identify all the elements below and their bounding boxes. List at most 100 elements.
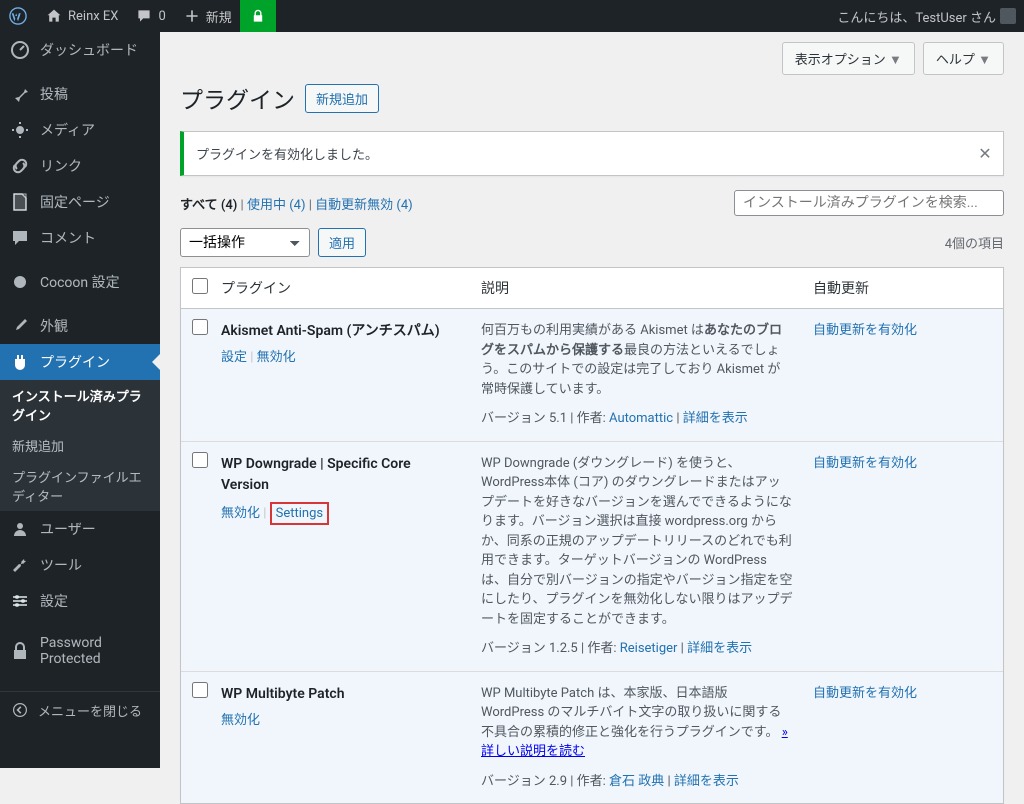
row-actions: 無効化 | Settings <box>221 502 461 526</box>
search-input[interactable] <box>734 190 1004 216</box>
new-content[interactable]: 新規 <box>174 0 240 32</box>
deactivate-link[interactable]: 無効化 <box>221 713 260 728</box>
sidebar-label: ツール <box>40 555 82 575</box>
table-row: WP Multibyte Patch 無効化 WP Multibyte Patc… <box>181 672 1003 804</box>
filter-links: すべて (4) | 使用中 (4) | 自動更新無効 (4) <box>180 194 413 213</box>
author-link[interactable]: Automattic <box>609 411 673 426</box>
sidebar-item-users[interactable]: ユーザー <box>0 511 160 547</box>
my-account[interactable]: こんにちは、TestUser さん <box>829 0 1024 32</box>
cocoon-icon <box>10 272 30 292</box>
sidebar-label: プラグイン <box>40 352 110 372</box>
help-button[interactable]: ヘルプ ▼ <box>923 42 1004 75</box>
site-name[interactable]: Reinx EX <box>36 0 126 32</box>
comments-link[interactable]: 0 <box>126 0 173 32</box>
home-icon <box>44 6 64 26</box>
sidebar-label: リンク <box>40 156 82 176</box>
sidebar-item-pages[interactable]: 固定ページ <box>0 184 160 220</box>
page-title: プラグイン <box>180 81 295 115</box>
wp-logo[interactable] <box>0 0 36 32</box>
success-notice: プラグインを有効化しました。 ✕ <box>180 131 1004 176</box>
filter-all[interactable]: すべて (4) <box>180 198 237 213</box>
admin-top-bar: Reinx EX 0 新規 こんにちは、TestUser さん <box>0 0 1024 32</box>
lock-icon <box>10 641 30 661</box>
apply-button[interactable]: 適用 <box>318 228 366 257</box>
collapse-icon <box>10 700 30 720</box>
column-plugin: プラグイン <box>211 268 471 309</box>
greeting-text: こんにちは、TestUser さん <box>837 7 996 26</box>
row-checkbox[interactable] <box>192 682 208 698</box>
sidebar-item-cocoon[interactable]: Cocoon 設定 <box>0 264 160 300</box>
sidebar-item-links[interactable]: リンク <box>0 148 160 184</box>
row-actions: 設定 | 無効化 <box>221 348 461 368</box>
sidebar-item-plugins[interactable]: プラグイン <box>0 344 160 380</box>
media-icon <box>10 120 30 140</box>
collapse-menu[interactable]: メニューを閉じる <box>0 691 160 728</box>
select-all-checkbox[interactable] <box>192 278 208 294</box>
sidebar-item-appearance[interactable]: 外観 <box>0 308 160 344</box>
security-indicator[interactable] <box>240 0 276 32</box>
enable-autoupdate-link[interactable]: 自動更新を有効化 <box>813 686 917 701</box>
sidebar-item-posts[interactable]: 投稿 <box>0 76 160 112</box>
sidebar-label: メディア <box>40 120 95 140</box>
chevron-down-icon: ▼ <box>978 53 991 68</box>
comment-icon <box>10 228 30 248</box>
table-row: WP Downgrade | Specific Core Version 無効化… <box>181 442 1003 672</box>
sidebar-item-media[interactable]: メディア <box>0 112 160 148</box>
row-actions: 無効化 <box>221 711 461 731</box>
settings-link[interactable]: 設定 <box>221 350 247 365</box>
plugins-table: プラグイン 説明 自動更新 Akismet Anti-Spam (アンチスパム)… <box>180 267 1004 804</box>
submenu-plugin-editor[interactable]: プラグインファイルエディター <box>0 461 160 511</box>
tools-icon <box>10 555 30 575</box>
sidebar-label: 固定ページ <box>40 192 110 212</box>
submenu-add-new[interactable]: 新規追加 <box>0 430 160 461</box>
row-checkbox[interactable] <box>192 452 208 468</box>
add-new-button[interactable]: 新規追加 <box>305 84 379 113</box>
settings-link[interactable]: Settings <box>276 506 323 521</box>
dashboard-icon <box>10 40 30 60</box>
row-checkbox[interactable] <box>192 319 208 335</box>
lock-icon <box>248 6 268 26</box>
collapse-label: メニューを閉じる <box>38 701 142 720</box>
sidebar-item-comments[interactable]: コメント <box>0 220 160 256</box>
sidebar-item-password-protected[interactable]: Password Protected <box>0 627 160 675</box>
pin-icon <box>10 84 30 104</box>
sidebar-item-dashboard[interactable]: ダッシュボード <box>0 32 160 68</box>
comment-icon <box>134 6 154 26</box>
sidebar-label: Password Protected <box>40 635 152 667</box>
plugin-description: WP Downgrade (ダウングレード) を使うと、WordPress本体 … <box>481 454 793 630</box>
brush-icon <box>10 316 30 336</box>
plugin-icon <box>10 352 30 372</box>
settings-icon <box>10 591 30 611</box>
details-link[interactable]: 詳細を表示 <box>683 411 748 426</box>
sidebar-label: コメント <box>40 228 96 248</box>
wordpress-icon <box>8 6 28 26</box>
enable-autoupdate-link[interactable]: 自動更新を有効化 <box>813 323 917 338</box>
details-link[interactable]: 詳細を表示 <box>687 641 752 656</box>
author-link[interactable]: 倉石 政典 <box>609 774 664 789</box>
table-row: Akismet Anti-Spam (アンチスパム) 設定 | 無効化 何百万も… <box>181 309 1003 442</box>
plugin-name: WP Multibyte Patch <box>221 684 461 705</box>
sidebar-submenu: インストール済みプラグイン 新規追加 プラグインファイルエディター <box>0 380 160 511</box>
screen-options-button[interactable]: 表示オプション ▼ <box>782 42 915 75</box>
sidebar-label: 外観 <box>40 316 68 336</box>
close-icon: ✕ <box>978 144 991 163</box>
column-description: 説明 <box>471 268 803 309</box>
deactivate-link[interactable]: 無効化 <box>257 350 296 365</box>
deactivate-link[interactable]: 無効化 <box>221 506 260 521</box>
sidebar-item-tools[interactable]: ツール <box>0 547 160 583</box>
enable-autoupdate-link[interactable]: 自動更新を有効化 <box>813 456 917 471</box>
plugin-name: Akismet Anti-Spam (アンチスパム) <box>221 321 461 342</box>
details-link[interactable]: 詳細を表示 <box>674 774 739 789</box>
dismiss-notice-button[interactable]: ✕ <box>975 144 995 164</box>
link-icon <box>10 156 30 176</box>
chevron-down-icon: ▼ <box>889 53 902 68</box>
plugin-meta: バージョン 2.9 | 作者: 倉石 政典 | 詳細を表示 <box>481 772 793 792</box>
plugin-description: 何百万もの利用実績がある Akismet はあなたのブログをスパムから保護する最… <box>481 321 793 399</box>
bulk-action-select[interactable]: 一括操作 <box>180 228 310 257</box>
sidebar-item-settings[interactable]: 設定 <box>0 583 160 619</box>
users-icon <box>10 519 30 539</box>
filter-autoupdate-disabled[interactable]: 自動更新無効 (4) <box>315 198 413 213</box>
filter-active[interactable]: 使用中 (4) <box>247 198 306 213</box>
submenu-installed-plugins[interactable]: インストール済みプラグイン <box>0 380 160 430</box>
author-link[interactable]: Reisetiger <box>620 641 678 656</box>
